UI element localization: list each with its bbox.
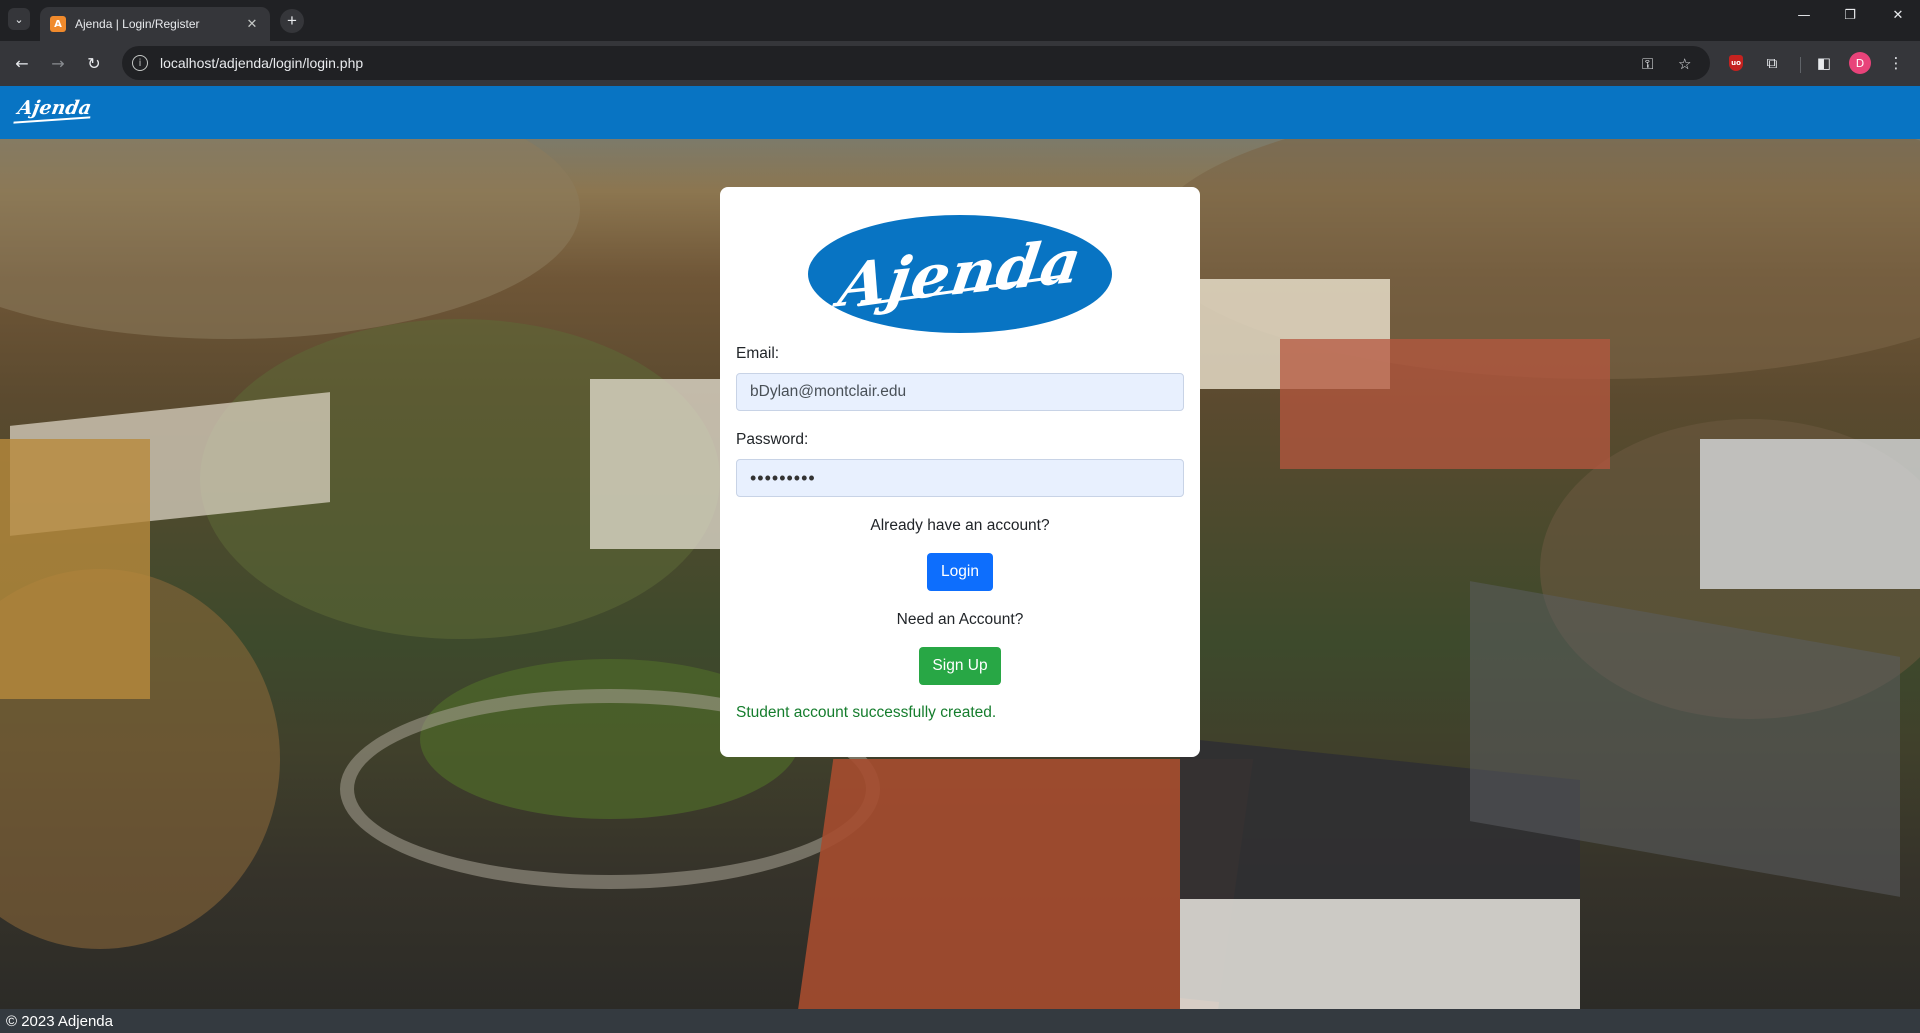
site-info-icon[interactable]: i [132, 55, 148, 71]
bookmark-star-icon[interactable]: ☆ [1678, 55, 1691, 73]
ajenda-logo: Ajenda [808, 215, 1112, 333]
signup-button[interactable]: Sign Up [919, 647, 1001, 685]
tab-search-icon[interactable]: ⌄ [8, 8, 30, 30]
navbar-logo[interactable]: Ajenda [13, 97, 93, 124]
browser-tabstrip: ⌄ A Ajenda | Login/Register ✕ + — ❐ ✕ [0, 0, 1920, 41]
site-navbar: Ajenda [0, 86, 1920, 139]
tab-title: Ajenda | Login/Register [75, 17, 200, 31]
profile-avatar[interactable]: D [1848, 51, 1872, 75]
forward-icon[interactable]: → [46, 51, 70, 75]
window-close-icon[interactable]: ✕ [1886, 8, 1910, 23]
password-key-icon[interactable]: ⚿ [1642, 55, 1653, 73]
tab-close-icon[interactable]: ✕ [244, 16, 260, 32]
email-field[interactable]: bDylan@montclair.edu [736, 373, 1184, 411]
footer-copyright: © 2023 Adjenda [6, 1012, 113, 1030]
extensions-puzzle-icon[interactable]: ⧉ [1760, 51, 1784, 75]
reload-icon[interactable]: ↻ [82, 51, 106, 75]
address-url[interactable]: localhost/adjenda/login/login.php [160, 55, 363, 71]
success-message: Student account successfully created. [736, 704, 997, 721]
email-label: Email: [736, 345, 780, 362]
login-card: Ajenda Email: bDylan@montclair.edu Passw… [720, 187, 1200, 757]
chrome-menu-icon[interactable]: ⋮ [1884, 51, 1908, 75]
password-field[interactable]: ••••••••• [736, 459, 1184, 497]
page-footer: © 2023 Adjenda [0, 1009, 1920, 1033]
side-panel-icon[interactable]: ◧ [1812, 51, 1836, 75]
have-account-text: Already have an account? [870, 517, 1050, 534]
toolbar-divider [1800, 57, 1801, 73]
login-button[interactable]: Login [927, 553, 993, 591]
password-label: Password: [736, 431, 809, 448]
ublock-extension-icon[interactable]: uo [1724, 51, 1748, 75]
new-tab-button[interactable]: + [280, 9, 304, 33]
address-bar[interactable]: i localhost/adjenda/login/login.php ⚿ ☆ [122, 46, 1710, 80]
browser-tab-active[interactable]: A Ajenda | Login/Register ✕ [40, 7, 270, 41]
need-account-text: Need an Account? [896, 611, 1024, 628]
browser-toolbar: ← → ↻ i localhost/adjenda/login/login.ph… [0, 41, 1920, 86]
restore-icon[interactable]: ❐ [1838, 8, 1862, 23]
minimize-icon[interactable]: — [1792, 8, 1816, 23]
favicon-icon: A [50, 16, 66, 32]
back-icon[interactable]: ← [10, 51, 34, 75]
